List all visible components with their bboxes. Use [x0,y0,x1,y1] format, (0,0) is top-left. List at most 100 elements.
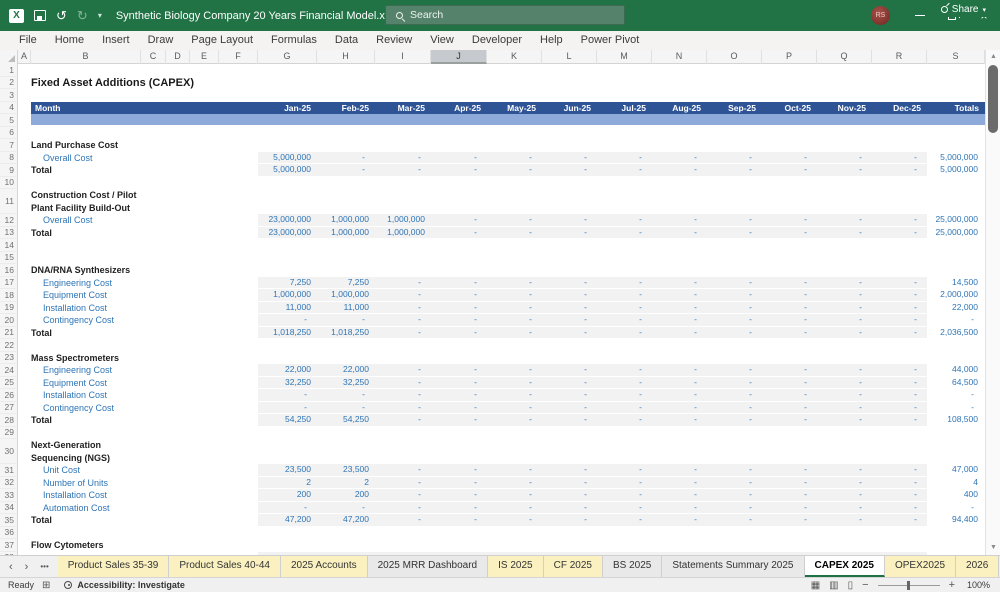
totals-cell[interactable]: 64,500 [927,377,985,390]
month-value-cell[interactable]: - [542,376,597,389]
month-value-cell[interactable]: - [652,151,707,164]
month-value-cell[interactable]: - [817,389,872,402]
month-header-cell[interactable]: Apr-25 [431,102,487,115]
month-value-cell[interactable]: 7,250 [258,276,317,289]
month-value-cell[interactable]: - [431,214,487,227]
totals-cell[interactable]: 2,036,500 [927,327,985,340]
zoom-slider-thumb[interactable] [906,580,910,590]
month-value-cell[interactable]: 200 [317,489,375,502]
month-value-cell[interactable]: - [317,501,375,514]
month-value-cell[interactable]: - [707,301,762,314]
sheet-tab-statements-summary-2025[interactable]: Statements Summary 2025 [662,556,805,577]
ribbon-tab-page-layout[interactable]: Page Layout [182,31,262,50]
month-value-cell[interactable]: 2 [258,476,317,489]
month-header-cell[interactable]: Mar-25 [375,102,431,115]
month-value-cell[interactable]: 1,000,000 [258,289,317,302]
month-value-cell[interactable]: - [817,151,872,164]
month-value-cell[interactable]: - [652,164,707,177]
month-value-cell[interactable]: - [375,164,431,177]
month-value-cell[interactable]: - [762,214,817,227]
month-value-cell[interactable]: - [375,301,431,314]
month-value-cell[interactable]: - [652,501,707,514]
month-value-cell[interactable]: - [762,476,817,489]
month-header-cell[interactable]: May-25 [487,102,542,115]
month-value-cell[interactable]: - [487,464,542,477]
month-value-cell[interactable]: - [817,476,872,489]
month-value-cell[interactable]: - [762,501,817,514]
tabs-more-left-icon[interactable]: ••• [35,562,53,571]
month-value-cell[interactable]: - [597,214,652,227]
month-value-cell[interactable]: - [652,376,707,389]
line-item-label[interactable]: Overall Cost [43,214,93,227]
ribbon-tab-home[interactable]: Home [46,31,93,50]
totals-cell[interactable]: - [927,314,985,327]
month-value-cell[interactable]: - [872,414,927,427]
row-header-31[interactable]: 31 [0,464,18,477]
month-value-cell[interactable]: - [652,289,707,302]
column-header-P[interactable]: P [762,50,817,64]
month-value-cell[interactable]: - [762,301,817,314]
month-value-cell[interactable]: - [707,501,762,514]
month-value-cell[interactable]: - [652,314,707,327]
month-value-cell[interactable]: - [487,214,542,227]
row-header-27[interactable]: 27 [0,401,18,414]
month-value-cell[interactable]: - [707,401,762,414]
totals-cell[interactable]: 2,000,000 [927,289,985,302]
month-value-cell[interactable]: - [872,364,927,377]
month-value-cell[interactable]: - [597,226,652,239]
month-header-label[interactable]: Month [31,102,258,115]
totals-cell[interactable]: 47,000 [927,464,985,477]
month-value-cell[interactable]: - [762,226,817,239]
month-value-cell[interactable]: - [597,289,652,302]
month-value-cell[interactable]: 1,000,000 [317,214,375,227]
section-label[interactable]: Flow Cytometers [31,539,104,552]
row-header-4[interactable]: 4 [0,101,18,114]
month-value-cell[interactable]: - [707,476,762,489]
row-header-19[interactable]: 19 [0,301,18,314]
row-header-26[interactable]: 26 [0,389,18,402]
line-item-label[interactable]: Engineering Cost [43,364,112,377]
month-value-cell[interactable]: - [431,301,487,314]
month-value-cell[interactable]: - [487,414,542,427]
month-value-cell[interactable]: - [597,314,652,327]
month-value-cell[interactable]: 54,250 [258,414,317,427]
month-value-cell[interactable]: - [817,414,872,427]
month-value-cell[interactable]: - [542,164,597,177]
month-value-cell[interactable]: - [542,501,597,514]
month-value-cell[interactable]: - [872,476,927,489]
month-value-cell[interactable]: - [872,276,927,289]
sheet-tab-2025-mrr-dashboard[interactable]: 2025 MRR Dashboard [367,556,489,577]
month-value-cell[interactable]: - [762,326,817,339]
month-value-cell[interactable]: - [542,289,597,302]
sheet-tab-is-2025[interactable]: IS 2025 [488,556,544,577]
month-value-cell[interactable]: - [542,226,597,239]
month-value-cell[interactable]: - [817,501,872,514]
row-header-28[interactable]: 28 [0,414,18,427]
undo-icon[interactable]: ↺ [56,8,67,23]
month-value-cell[interactable]: - [487,314,542,327]
vertical-scrollbar[interactable]: ▲ ▼ [985,50,1000,555]
month-value-cell[interactable]: - [762,164,817,177]
month-value-cell[interactable]: - [375,326,431,339]
totals-cell[interactable]: 25,000,000 [927,227,985,240]
month-value-cell[interactable]: 22,000 [258,364,317,377]
sheet-tab-2025-accounts[interactable]: 2025 Accounts [281,556,368,577]
section-label[interactable]: Next-Generation Sequencing (NGS) [31,439,110,464]
month-value-cell[interactable]: - [597,489,652,502]
month-value-cell[interactable]: - [872,214,927,227]
month-value-cell[interactable]: 23,000,000 [258,226,317,239]
month-value-cell[interactable]: - [375,376,431,389]
month-value-cell[interactable]: - [762,389,817,402]
month-value-cell[interactable]: - [542,476,597,489]
month-value-cell[interactable]: - [652,514,707,527]
row-header-17[interactable]: 17 [0,276,18,289]
month-value-cell[interactable]: 23,500 [317,464,375,477]
month-value-cell[interactable]: 7,250 [317,276,375,289]
month-value-cell[interactable]: - [431,464,487,477]
month-value-cell[interactable]: - [375,276,431,289]
line-item-label[interactable]: Engineering Cost [43,277,112,290]
month-header-cell[interactable]: Jan-25 [258,102,317,115]
month-value-cell[interactable]: - [707,489,762,502]
month-value-cell[interactable]: - [375,476,431,489]
month-value-cell[interactable]: - [542,151,597,164]
